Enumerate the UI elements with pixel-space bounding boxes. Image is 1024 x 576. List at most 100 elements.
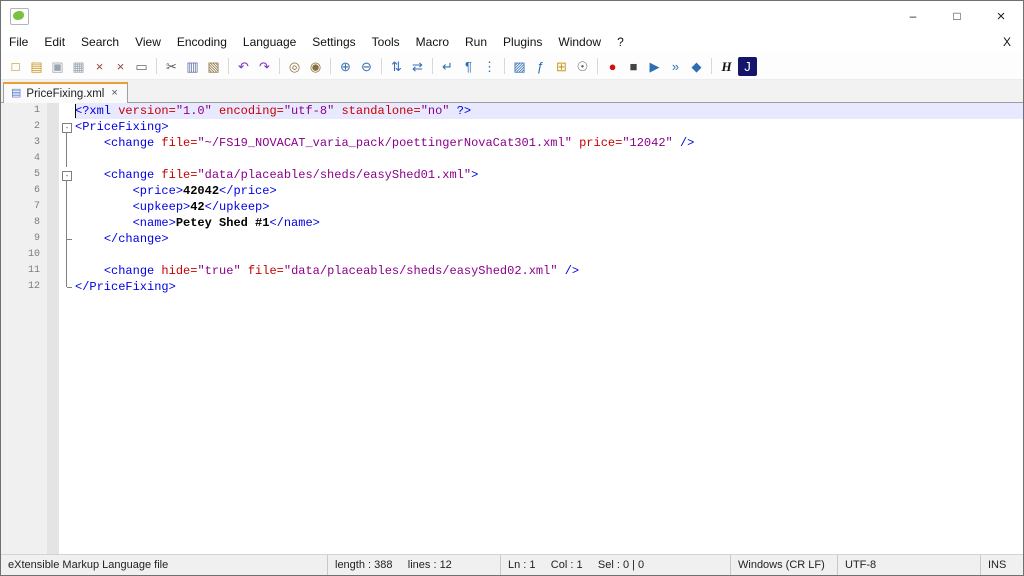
sync-vertical-scroll-icon[interactable]: ⇅ bbox=[387, 57, 406, 76]
redo-icon[interactable]: ↷ bbox=[255, 57, 274, 76]
code-line-4[interactable]: 4 bbox=[1, 151, 1023, 167]
function-list-icon[interactable]: ƒ bbox=[531, 57, 550, 76]
code-text[interactable] bbox=[75, 247, 1023, 263]
line-number: 5 bbox=[1, 167, 47, 183]
line-number: 2 bbox=[1, 119, 47, 135]
monitoring-icon[interactable]: ☉ bbox=[573, 57, 592, 76]
toolbar-separator bbox=[156, 58, 157, 74]
code-text[interactable]: </PriceFixing> bbox=[75, 279, 1023, 295]
folder-as-workspace-icon[interactable]: ⊞ bbox=[552, 57, 571, 76]
bookmark-margin bbox=[47, 199, 59, 215]
minimize-button[interactable]: – bbox=[891, 1, 935, 31]
code-text[interactable]: <change file="~/FS19_NOVACAT_varia_pack/… bbox=[75, 135, 1023, 151]
menu-language[interactable]: Language bbox=[235, 35, 304, 49]
record-macro-icon[interactable]: ● bbox=[603, 57, 622, 76]
menu-run[interactable]: Run bbox=[457, 35, 495, 49]
stop-macro-icon[interactable]: ■ bbox=[624, 57, 643, 76]
status-insert-mode[interactable]: INS bbox=[980, 555, 1023, 575]
close-button[interactable]: × bbox=[979, 1, 1023, 31]
code-text[interactable]: <change file="data/placeables/sheds/easy… bbox=[75, 167, 1023, 183]
save-icon[interactable]: ▣ bbox=[48, 57, 67, 76]
menu-plugins[interactable]: Plugins bbox=[495, 35, 550, 49]
code-line-12[interactable]: 12 </PriceFixing> bbox=[1, 279, 1023, 295]
code-text[interactable] bbox=[75, 151, 1023, 167]
menubar-close-document-button[interactable]: X bbox=[991, 35, 1023, 49]
tab-close-icon[interactable]: × bbox=[109, 88, 119, 99]
line-number: 7 bbox=[1, 199, 47, 215]
code-line-3[interactable]: 3 <change file="~/FS19_NOVACAT_varia_pac… bbox=[1, 135, 1023, 151]
code-text[interactable]: <PriceFixing> bbox=[75, 119, 1023, 135]
menu-macro[interactable]: Macro bbox=[408, 35, 457, 49]
print-icon[interactable]: ▭ bbox=[132, 57, 151, 76]
menu-view[interactable]: View bbox=[127, 35, 169, 49]
play-macro-icon[interactable]: ▶ bbox=[645, 57, 664, 76]
toolbar-separator bbox=[597, 58, 598, 74]
plugin-h-icon[interactable]: H bbox=[717, 57, 736, 76]
menu-search[interactable]: Search bbox=[73, 35, 127, 49]
line-number: 12 bbox=[1, 279, 47, 295]
close-all-icon[interactable]: × bbox=[111, 57, 130, 76]
code-line-1[interactable]: 1<?xml version="1.0" encoding="utf-8" st… bbox=[1, 103, 1023, 119]
document-map-icon[interactable]: ▨ bbox=[510, 57, 529, 76]
save-macro-icon[interactable]: ◆ bbox=[687, 57, 706, 76]
show-all-characters-icon[interactable]: ¶ bbox=[459, 57, 478, 76]
code-text[interactable]: <upkeep>42</upkeep> bbox=[75, 199, 1023, 215]
bookmark-margin bbox=[47, 247, 59, 263]
paste-icon[interactable]: ▧ bbox=[204, 57, 223, 76]
code-line-11[interactable]: 11 <change hide="true" file="data/placea… bbox=[1, 263, 1023, 279]
word-wrap-icon[interactable]: ↵ bbox=[438, 57, 457, 76]
menu-help[interactable]: ? bbox=[609, 35, 632, 49]
menu-bar: FileEditSearchViewEncodingLanguageSettin… bbox=[1, 31, 1023, 53]
code-text[interactable]: <?xml version="1.0" encoding="utf-8" sta… bbox=[75, 103, 1023, 119]
menu-settings[interactable]: Settings bbox=[304, 35, 363, 49]
cut-icon[interactable]: ✂ bbox=[162, 57, 181, 76]
save-all-icon[interactable]: ▦ bbox=[69, 57, 88, 76]
open-file-icon[interactable]: ▤ bbox=[27, 57, 46, 76]
menu-window[interactable]: Window bbox=[550, 35, 609, 49]
code-line-6[interactable]: 6 <price>42042</price> bbox=[1, 183, 1023, 199]
code-line-8[interactable]: 8 <name>Petey Shed #1</name> bbox=[1, 215, 1023, 231]
code-line-9[interactable]: 9 </change> bbox=[1, 231, 1023, 247]
bookmark-margin bbox=[47, 151, 59, 167]
maximize-button[interactable]: □ bbox=[935, 1, 979, 31]
bookmark-margin bbox=[47, 183, 59, 199]
toolbar-separator bbox=[330, 58, 331, 74]
menu-file[interactable]: File bbox=[1, 35, 36, 49]
fold-toggle-icon[interactable]: - bbox=[62, 123, 72, 133]
code-text[interactable]: <price>42042</price> bbox=[75, 183, 1023, 199]
fold-margin bbox=[59, 263, 75, 279]
code-line-10[interactable]: 10 bbox=[1, 247, 1023, 263]
zoom-in-icon[interactable]: ⊕ bbox=[336, 57, 355, 76]
fold-toggle-icon[interactable]: - bbox=[62, 171, 72, 181]
undo-icon[interactable]: ↶ bbox=[234, 57, 253, 76]
toolbar-separator bbox=[381, 58, 382, 74]
find-icon[interactable]: ◎ bbox=[285, 57, 304, 76]
copy-icon[interactable]: ▥ bbox=[183, 57, 202, 76]
code-text[interactable]: <change hide="true" file="data/placeable… bbox=[75, 263, 1023, 279]
tab-file-icon: ▤ bbox=[11, 88, 21, 99]
code-text[interactable]: <name>Petey Shed #1</name> bbox=[75, 215, 1023, 231]
code-line-7[interactable]: 7 <upkeep>42</upkeep> bbox=[1, 199, 1023, 215]
menu-tools[interactable]: Tools bbox=[364, 35, 408, 49]
status-encoding[interactable]: UTF-8 bbox=[837, 555, 980, 575]
status-eol-format[interactable]: Windows (CR LF) bbox=[730, 555, 837, 575]
editor-lines: 1<?xml version="1.0" encoding="utf-8" st… bbox=[1, 103, 1023, 295]
close-file-icon[interactable]: × bbox=[90, 57, 109, 76]
code-line-5[interactable]: 5 - <change file="data/placeables/sheds/e… bbox=[1, 167, 1023, 183]
bookmark-margin bbox=[47, 279, 59, 295]
code-line-2[interactable]: 2 -<PriceFixing> bbox=[1, 119, 1023, 135]
editor[interactable]: 1<?xml version="1.0" encoding="utf-8" st… bbox=[1, 103, 1023, 554]
zoom-out-icon[interactable]: ⊖ bbox=[357, 57, 376, 76]
toolbar-separator bbox=[228, 58, 229, 74]
plugin-j-icon[interactable]: J bbox=[738, 57, 757, 76]
sync-horizontal-scroll-icon[interactable]: ⇄ bbox=[408, 57, 427, 76]
menu-edit[interactable]: Edit bbox=[36, 35, 73, 49]
tab-pricefixing-xml[interactable]: ▤ PriceFixing.xml × bbox=[3, 82, 128, 103]
code-text[interactable]: </change> bbox=[75, 231, 1023, 247]
menu-encoding[interactable]: Encoding bbox=[169, 35, 235, 49]
replace-icon[interactable]: ◉ bbox=[306, 57, 325, 76]
run-macro-multiple-icon[interactable]: » bbox=[666, 57, 685, 76]
new-file-icon[interactable]: □ bbox=[6, 57, 25, 76]
show-indent-guide-icon[interactable]: ⋮ bbox=[480, 57, 499, 76]
notepadpp-icon bbox=[10, 8, 29, 25]
